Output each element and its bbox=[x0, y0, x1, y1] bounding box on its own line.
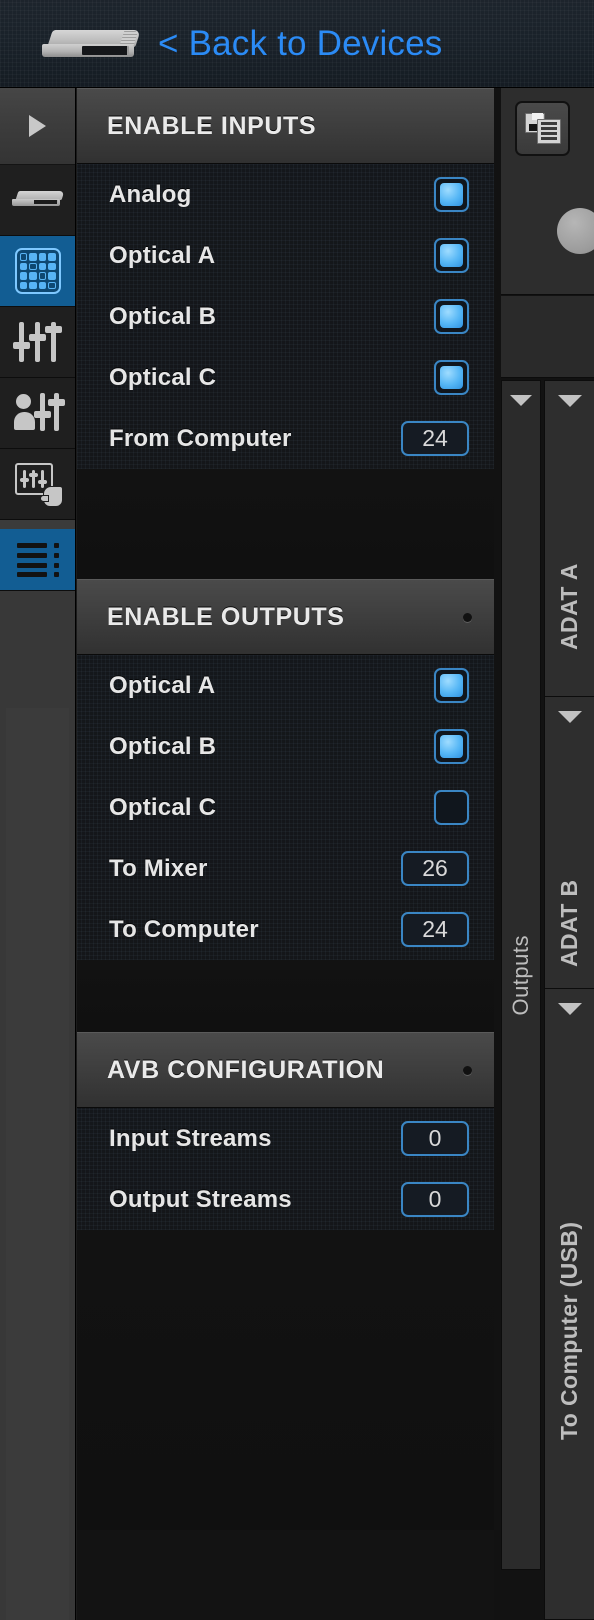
section-header-avb-configuration[interactable]: AVB CONFIGURATION bbox=[77, 1032, 494, 1108]
row-analog: Analog bbox=[77, 164, 494, 225]
row-label: To Mixer bbox=[109, 854, 208, 882]
section-filler-inputs bbox=[77, 469, 494, 579]
checkbox-optical-a-out[interactable] bbox=[434, 668, 469, 703]
row-optical-b-out: Optical B bbox=[77, 716, 494, 777]
section-body-enable-outputs: Optical A Optical B Optical C To Mixer 2… bbox=[77, 655, 494, 960]
section-header-enable-outputs[interactable]: ENABLE OUTPUTS bbox=[77, 579, 494, 655]
section-title: AVB CONFIGURATION bbox=[107, 1055, 385, 1084]
chevron-down-icon bbox=[557, 395, 582, 407]
routing-grid-icon bbox=[14, 248, 61, 294]
checkbox-analog[interactable] bbox=[434, 177, 469, 212]
input-avb-input-streams[interactable]: 0 bbox=[401, 1121, 469, 1156]
section-title: ENABLE OUTPUTS bbox=[107, 602, 345, 631]
knob-control[interactable] bbox=[557, 208, 594, 254]
row-label: Analog bbox=[109, 180, 192, 208]
sidebar-item-device[interactable] bbox=[0, 165, 75, 236]
bank-label: To Computer (USB) bbox=[556, 1221, 582, 1441]
checkbox-optical-b-out[interactable] bbox=[434, 729, 469, 764]
checkbox-optical-c-out[interactable] bbox=[434, 790, 469, 825]
save-preset-button[interactable] bbox=[515, 101, 570, 156]
touch-panel-icon bbox=[14, 462, 63, 507]
list-icon bbox=[16, 542, 59, 577]
sidebar-item-touch-console[interactable] bbox=[0, 449, 75, 520]
sidebar-item-mixer[interactable] bbox=[0, 307, 75, 378]
row-label: Optical A bbox=[109, 671, 216, 699]
checkbox-optical-c-in[interactable] bbox=[434, 360, 469, 395]
left-sidebar bbox=[0, 88, 76, 1620]
row-label: Optical C bbox=[109, 793, 217, 821]
input-to-computer-count[interactable]: 24 bbox=[401, 912, 469, 947]
row-from-computer: From Computer 24 bbox=[77, 408, 494, 469]
row-label: Optical C bbox=[109, 363, 217, 391]
device-icon bbox=[11, 189, 64, 211]
section-avb-configuration: AVB CONFIGURATION Input Streams 0 Output… bbox=[77, 1032, 494, 1530]
row-optical-a-out: Optical A bbox=[77, 655, 494, 716]
row-label: To Computer bbox=[109, 915, 259, 943]
row-optical-c: Optical C bbox=[77, 347, 494, 408]
person-faders-icon bbox=[13, 391, 65, 435]
row-input-streams: Input Streams 0 bbox=[77, 1108, 494, 1169]
faders-icon bbox=[12, 320, 62, 364]
section-body-avb-configuration: Input Streams 0 Output Streams 0 bbox=[77, 1108, 494, 1230]
section-indicator-dot bbox=[463, 612, 472, 622]
section-header-enable-inputs[interactable]: ENABLE INPUTS bbox=[77, 88, 494, 164]
device-settings-screen: < Back to Devices ENABLE INPUTS Analog O… bbox=[0, 0, 594, 1620]
right-panel-toolbar bbox=[501, 88, 594, 295]
input-to-mixer-count[interactable]: 26 bbox=[401, 851, 469, 886]
row-label: Optical B bbox=[109, 302, 217, 330]
chevron-down-icon bbox=[557, 1003, 582, 1015]
row-label: Output Streams bbox=[109, 1185, 292, 1213]
row-label: Optical B bbox=[109, 732, 217, 760]
sidebar-expand-button[interactable] bbox=[0, 88, 75, 165]
row-to-computer: To Computer 24 bbox=[77, 899, 494, 960]
row-optical-b: Optical B bbox=[77, 286, 494, 347]
checkbox-optical-a-in[interactable] bbox=[434, 238, 469, 273]
outputs-column-header[interactable]: Outputs bbox=[501, 380, 541, 1570]
input-avb-output-streams[interactable]: 0 bbox=[401, 1182, 469, 1217]
section-body-enable-inputs: Analog Optical A Optical B Optical C Fro… bbox=[77, 164, 494, 469]
triangle-right-icon bbox=[29, 115, 46, 137]
row-output-streams: Output Streams 0 bbox=[77, 1169, 494, 1230]
section-enable-inputs: ENABLE INPUTS Analog Optical A Optical B… bbox=[77, 88, 494, 579]
row-optical-c-out: Optical C bbox=[77, 777, 494, 838]
audio-interface-icon bbox=[40, 24, 141, 64]
section-title: ENABLE INPUTS bbox=[107, 111, 317, 140]
right-panel: Outputs ADAT A ADAT B To Computer (USB) bbox=[494, 88, 594, 1620]
back-to-devices-link[interactable]: < Back to Devices bbox=[158, 24, 443, 64]
right-panel-divider bbox=[501, 296, 594, 378]
row-to-mixer: To Mixer 26 bbox=[77, 838, 494, 899]
row-optical-a: Optical A bbox=[77, 225, 494, 286]
chevron-down-icon bbox=[510, 395, 532, 406]
checkbox-optical-b-in[interactable] bbox=[434, 299, 469, 334]
row-label: From Computer bbox=[109, 424, 292, 452]
row-label: Optical A bbox=[109, 241, 216, 269]
sidebar-item-personal-mixer[interactable] bbox=[0, 378, 75, 449]
save-preset-icon bbox=[524, 112, 561, 145]
section-indicator-dot bbox=[463, 1065, 472, 1075]
row-label: Input Streams bbox=[109, 1124, 272, 1152]
section-filler-outputs bbox=[77, 960, 494, 1032]
sidebar-item-device-settings[interactable] bbox=[0, 520, 75, 591]
settings-content: ENABLE INPUTS Analog Optical A Optical B… bbox=[77, 88, 494, 1620]
input-from-computer-count[interactable]: 24 bbox=[401, 421, 469, 456]
sidebar-item-routing[interactable] bbox=[0, 236, 75, 307]
chevron-down-icon bbox=[557, 711, 582, 723]
section-enable-outputs: ENABLE OUTPUTS Optical A Optical B Optic… bbox=[77, 579, 494, 1032]
outputs-label: Outputs bbox=[508, 934, 533, 1016]
bank-to-computer-usb[interactable]: To Computer (USB) bbox=[544, 988, 594, 1620]
section-filler-avb bbox=[77, 1230, 494, 1530]
sidebar-scroll-track[interactable] bbox=[6, 708, 69, 1620]
app-header: < Back to Devices bbox=[0, 0, 594, 88]
